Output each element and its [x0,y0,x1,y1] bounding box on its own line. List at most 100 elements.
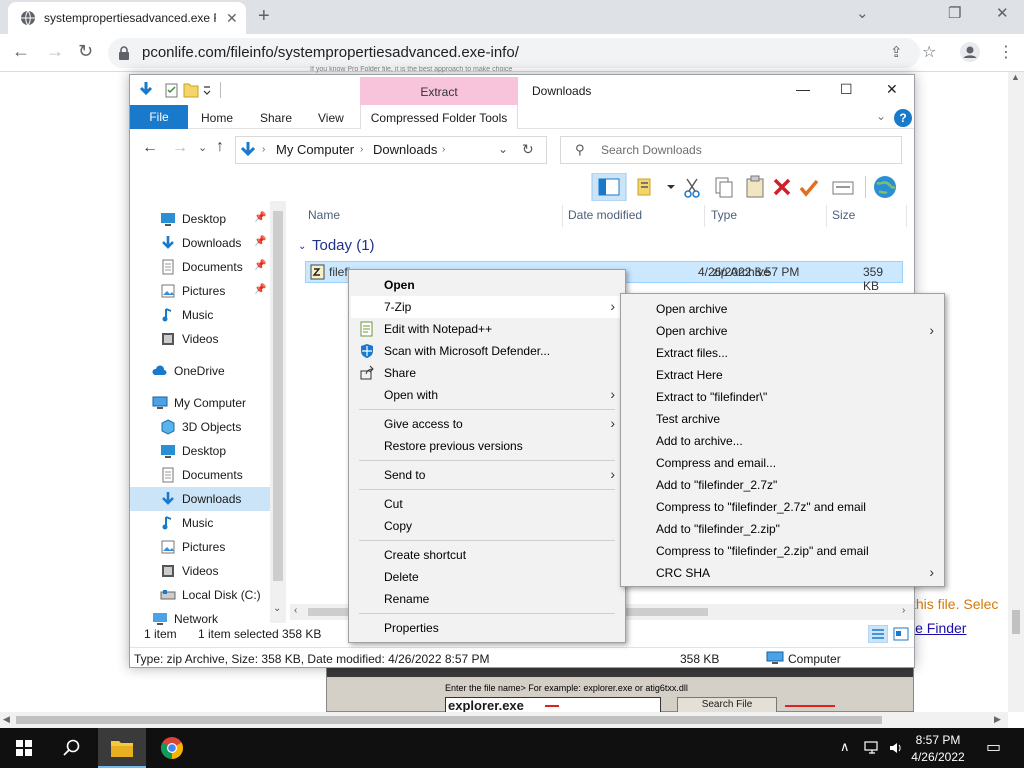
menu-item-edit-with-notepad[interactable]: Edit with Notepad++ [351,318,623,340]
profile-avatar-icon[interactable] [960,42,980,62]
explorer-maximize-button[interactable]: ☐ [840,81,853,98]
explorer-close-button[interactable]: ✕ [886,81,898,98]
taskbar-search-button[interactable] [48,728,96,768]
share-page-icon[interactable]: ⇪ [890,43,903,61]
clock-date[interactable]: 4/26/2022 [910,750,966,764]
tab-share[interactable]: Share [260,111,292,125]
page-scroll-thumb[interactable] [1012,610,1020,634]
column-name[interactable]: Name [308,208,340,222]
column-date-modified[interactable]: Date modified [568,208,642,222]
nav-item-desktop[interactable]: Desktop 📌 [130,207,280,231]
reload-button[interactable]: ↻ [78,41,93,62]
details-view-icon[interactable] [868,625,888,643]
breadcrumb-downloads[interactable]: Downloads [373,142,437,157]
close-window-button[interactable]: ✕ [996,4,1009,22]
nav-item-downloads[interactable]: Downloads 📌 [130,231,280,255]
menu-item-restore-previous-versions[interactable]: Restore previous versions [351,435,623,457]
nav-item-downloads[interactable]: Downloads [130,487,280,511]
menu-item-give-access-to[interactable]: Give access to › [351,413,623,435]
new-tab-button[interactable]: + [258,5,270,28]
menu-item-properties[interactable]: Properties [351,617,623,639]
menu-item-compress-to-filefinder-2-7z-and-email[interactable]: Compress to "filefinder_2.7z" and email [623,496,942,518]
group-collapse-chevron-icon[interactable]: ⌄ [298,241,306,252]
volume-icon[interactable] [888,740,904,756]
menu-item-test-archive[interactable]: Test archive [623,408,942,430]
tab-view[interactable]: View [318,111,344,125]
nav-item-onedrive[interactable]: OneDrive [130,359,280,383]
menu-item-open[interactable]: Open [351,274,623,296]
recent-locations-chevron-icon[interactable]: ⌄ [198,141,207,154]
tray-chevron-icon[interactable]: ∧ [840,739,850,755]
menu-item-share[interactable]: Share [351,362,623,384]
tab-home[interactable]: Home [201,111,233,125]
group-today-header[interactable]: Today (1) [312,237,375,254]
browser-tab[interactable]: systempropertiesadvanced.exe F ✕ [8,2,246,34]
menu-item-open-archive[interactable]: Open archive › [623,320,942,342]
column-type[interactable]: Type [711,208,737,222]
menu-item-create-shortcut[interactable]: Create shortcut [351,544,623,566]
chrome-menu-icon[interactable]: ⋮ [998,42,1014,62]
restore-window-button[interactable]: ❐ [948,4,961,22]
clock-time[interactable]: 8:57 PM [910,733,966,747]
up-folder-button[interactable]: ↑ [216,138,224,156]
nav-item-documents[interactable]: Documents [130,463,280,487]
nav-item-music[interactable]: Music [130,511,280,535]
breadcrumb-my-computer[interactable]: My Computer [276,142,354,157]
network-icon[interactable] [864,740,880,756]
nav-scroll-thumb[interactable] [273,211,283,581]
menu-item-extract-here[interactable]: Extract Here [623,364,942,386]
notifications-icon[interactable]: ▭ [986,737,1001,757]
refresh-icon[interactable]: ↻ [522,141,534,158]
nav-item-my-computer[interactable]: My Computer [130,391,280,415]
menu-item-add-to-filefinder-2-7z[interactable]: Add to "filefinder_2.7z" [623,474,942,496]
close-tab-icon[interactable]: ✕ [226,10,238,27]
menu-item-send-to[interactable]: Send to › [351,464,623,486]
breadcrumb-separator[interactable]: › [442,144,445,155]
menu-item-open-archive[interactable]: Open archive [623,298,942,320]
breadcrumb-separator[interactable]: › [262,144,265,155]
explorer-forward-button[interactable]: → [172,139,188,157]
explorer-minimize-button[interactable]: — [796,81,810,97]
menu-item-extract-to-filefinder[interactable]: Extract to "filefinder\" [623,386,942,408]
page-horizontal-scrollbar[interactable]: ◀ ▶ [0,712,1008,728]
nav-item-pictures[interactable]: Pictures [130,535,280,559]
menu-item-compress-and-email[interactable]: Compress and email... [623,452,942,474]
menu-item-open-with[interactable]: Open with › [351,384,623,406]
forward-button[interactable]: → [46,41,64,62]
lock-icon[interactable] [118,46,130,60]
menu-item-extract-files[interactable]: Extract files... [623,342,942,364]
menu-item-add-to-archive[interactable]: Add to archive... [623,430,942,452]
menu-item-rename[interactable]: Rename [351,588,623,610]
menu-item-cut[interactable]: Cut [351,493,623,515]
menu-item-delete[interactable]: Delete [351,566,623,588]
nav-item-pictures[interactable]: Pictures 📌 [130,279,280,303]
start-button[interactable] [0,728,48,768]
page-vertical-scrollbar[interactable]: ▲ [1008,72,1024,712]
menu-item-7-zip[interactable]: 7-Zip › [351,296,623,318]
taskbar-file-explorer[interactable] [98,728,146,768]
taskbar-chrome[interactable] [148,728,196,768]
nav-pane-scrollbar[interactable]: ⌄ [270,201,286,623]
menu-item-crc-sha[interactable]: CRC SHA › [623,562,942,584]
menu-item-copy[interactable]: Copy [351,515,623,537]
large-icons-view-icon[interactable] [892,625,910,643]
nav-item-3d-objects[interactable]: 3D Objects [130,415,280,439]
file-finder-link[interactable]: le Finder [912,620,966,636]
column-size[interactable]: Size [832,208,855,222]
breadcrumb-separator[interactable]: › [360,144,363,155]
help-icon[interactable]: ? [894,109,912,127]
nav-item-music[interactable]: Music [130,303,280,327]
nav-item-videos[interactable]: Videos [130,327,280,351]
ribbon-expand-chevron-icon[interactable]: ⌄ [876,109,886,123]
minimize-window-button[interactable]: ⌄ [856,4,869,22]
nav-item-desktop[interactable]: Desktop [130,439,280,463]
address-dropdown-chevron-icon[interactable]: ⌄ [498,142,508,156]
menu-item-add-to-filefinder-2-zip[interactable]: Add to "filefinder_2.zip" [623,518,942,540]
menu-item-scan-with-microsoft-defender[interactable]: Scan with Microsoft Defender... [351,340,623,362]
nav-item-documents[interactable]: Documents 📌 [130,255,280,279]
menu-item-compress-to-filefinder-2-zip-and-email[interactable]: Compress to "filefinder_2.zip" and email [623,540,942,562]
search-downloads-input[interactable]: ⚲ Search Downloads [560,136,902,164]
bookmark-star-icon[interactable]: ☆ [922,42,936,62]
back-button[interactable]: ← [12,41,30,62]
tab-file[interactable]: File [130,105,188,129]
